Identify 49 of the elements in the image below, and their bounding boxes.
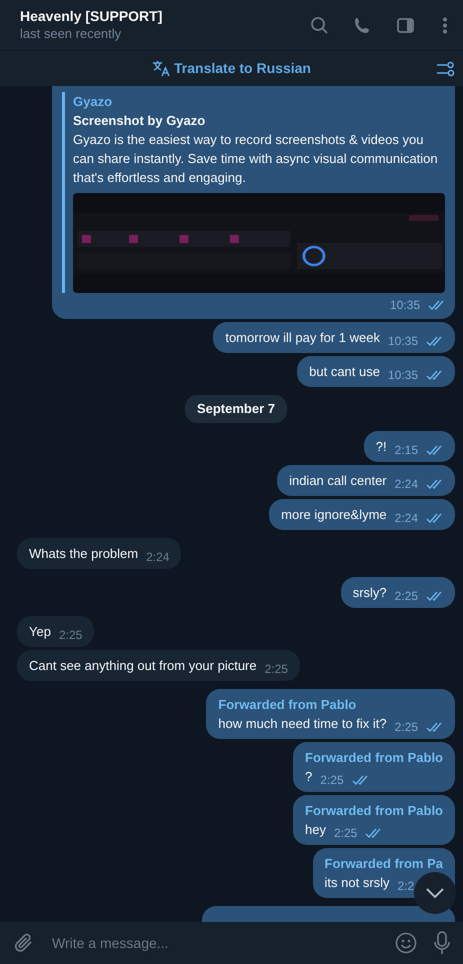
message-input[interactable]: Write a message...: [50, 932, 379, 954]
message-time: 2:25: [334, 824, 358, 840]
message-text: Whats the problem: [29, 544, 138, 562]
message-time: 2:24: [394, 510, 418, 526]
message-text: srsly?: [352, 584, 387, 602]
phone-icon[interactable]: [353, 16, 372, 34]
date-separator: September 7: [184, 395, 288, 422]
message-time: 2:2: [398, 878, 414, 894]
microphone-icon[interactable]: [433, 931, 451, 955]
message-time: 10:35: [390, 297, 420, 313]
forwarded-label: Forwarded from Pablo: [218, 696, 358, 714]
translate-icon: [152, 60, 170, 77]
message-time: 2:24: [146, 548, 170, 564]
message-text: Yep: [29, 622, 51, 640]
message-text: more ignore&lyme: [281, 506, 387, 524]
message-text: Cant see anything out from your picture: [29, 656, 257, 674]
message-time: 2:15: [394, 442, 418, 458]
message-text: how much need time to fix it?: [218, 714, 387, 732]
forwarded-label: Forwarded from Pa: [324, 854, 443, 872]
status-text: last seen recently: [20, 25, 122, 43]
preview-description: Gyazo is the easiest way to record screenshots & videos you can share instantly. Save time with async visual communication that's effortless and engaging.: [73, 131, 439, 187]
forwarded-label: Forwarded from Pablo: [305, 802, 443, 820]
message-time: 10:35: [388, 367, 418, 383]
sidebar-icon[interactable]: [396, 16, 415, 34]
message-time: 2:25: [58, 626, 82, 642]
message-text: but cant use: [309, 363, 380, 381]
message-text: indian call center: [289, 472, 387, 490]
message-text: tomorrow ill pay for 1 week: [225, 329, 380, 347]
search-icon[interactable]: [310, 16, 329, 34]
attach-icon[interactable]: [14, 932, 34, 954]
composer-bar[interactable]: Write a message...: [0, 922, 463, 964]
message-text: its not srsly: [324, 874, 390, 892]
preview-title: Screenshot by Gyazo: [73, 112, 206, 130]
message-time: 2:24: [394, 476, 418, 492]
message-time: 2:25: [394, 718, 418, 734]
message-text: ?: [305, 768, 312, 786]
message-time: 10:35: [388, 333, 418, 349]
preview-site: Gyazo: [73, 93, 114, 111]
link-preview[interactable]: Gyazo Screenshot by Gyazo Gyazo is the easiest way to record screenshots & videos you can share instantly. Save time with async visual communication that's effortless and engaging.: [62, 92, 445, 293]
message-time: 2:25: [264, 660, 288, 676]
forwarded-label: Forwarded from Pablo: [305, 748, 443, 766]
message-text: ?!: [376, 438, 387, 456]
message-time: 2:25: [320, 772, 344, 788]
chevron-down-icon: [425, 887, 445, 899]
filter-icon[interactable]: [436, 60, 455, 78]
chat-title: Heavenly [SUPPORT]: [20, 7, 164, 25]
emoji-icon[interactable]: [395, 932, 417, 954]
message-time: 2:25: [394, 588, 418, 604]
message-text: hey: [305, 820, 326, 838]
